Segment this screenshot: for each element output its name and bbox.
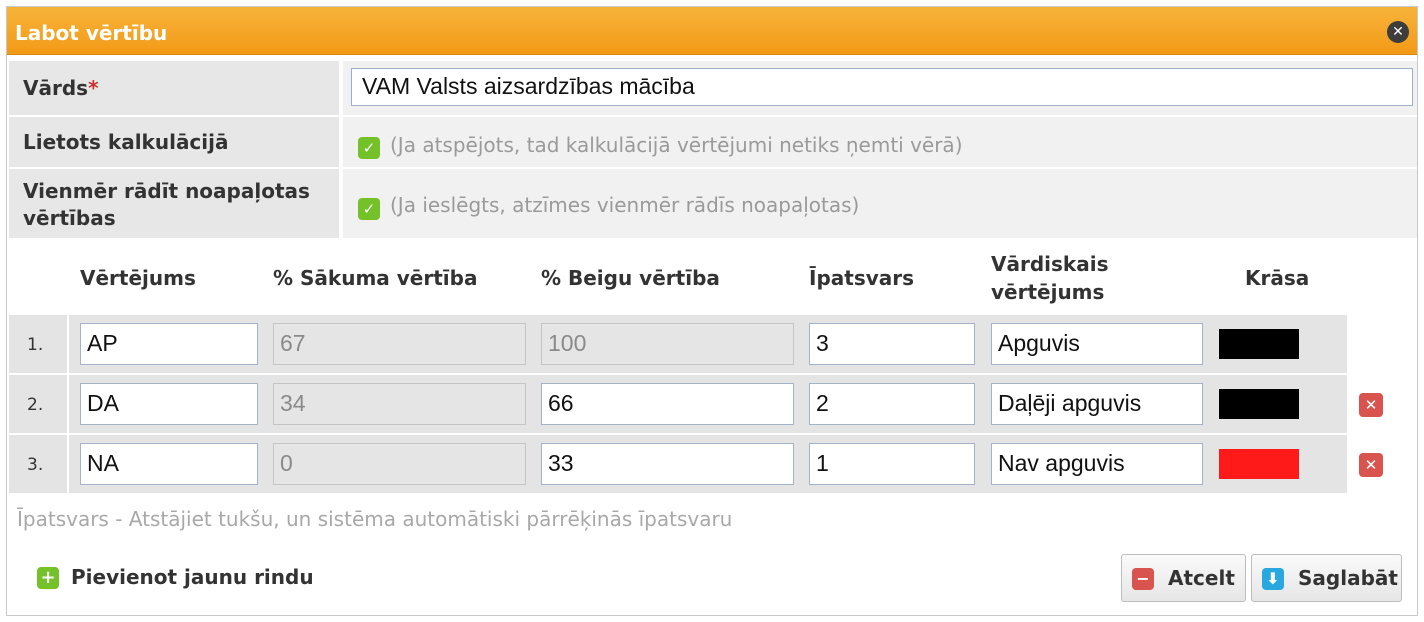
row-number: 3.	[27, 455, 44, 475]
cancel-label: Atcelt	[1168, 566, 1235, 590]
save-label: Saglabāt	[1298, 566, 1398, 590]
always-rounded-label-line1: Vienmēr rādīt noapaļotas	[23, 179, 310, 203]
start-value-input: 0	[273, 443, 526, 485]
color-swatch[interactable]	[1219, 449, 1299, 479]
delete-row-icon[interactable]: ✕	[1359, 393, 1383, 417]
download-icon: ⬇	[1262, 568, 1284, 590]
row-number: 1.	[27, 335, 44, 355]
color-swatch[interactable]	[1219, 389, 1299, 419]
header-verbal-grade: Vārdiskais vērtējums	[991, 250, 1108, 306]
table-row: 3. NA 0 33 1 Nav apguvis ✕	[9, 435, 1417, 493]
header-weight: Īpatsvars	[809, 266, 915, 290]
required-mark: *	[88, 76, 99, 100]
weight-input[interactable]: 3	[809, 323, 975, 365]
used-in-calc-checkbox[interactable]: ✓	[358, 137, 380, 159]
name-label-cell: Vārds*	[9, 61, 339, 115]
verbal-grade-input[interactable]: Apguvis	[991, 323, 1203, 365]
row-number: 2.	[27, 395, 44, 415]
always-rounded-label-line2: vērtības	[23, 206, 116, 230]
always-rounded-label-cell: Vienmēr rādīt noapaļotas vērtības	[9, 169, 339, 238]
grade-input[interactable]: DA	[80, 383, 258, 425]
close-icon[interactable]: ✕	[1387, 21, 1409, 43]
header-color: Krāsa	[1245, 266, 1310, 290]
save-button[interactable]: ⬇ Saglabāt	[1251, 554, 1402, 602]
grade-input[interactable]: AP	[80, 323, 258, 365]
delete-row-icon[interactable]: ✕	[1359, 453, 1383, 477]
table-row: 2. DA 34 66 2 Daļēji apguvis ✕	[9, 375, 1417, 433]
color-swatch[interactable]	[1219, 329, 1299, 359]
name-label: Vārds	[23, 76, 89, 100]
table-row: 1. AP 67 100 3 Apguvis	[9, 315, 1417, 373]
always-rounded-hint: (Ja ieslēgts, atzīmes vienmēr rādīs noap…	[390, 193, 860, 217]
verbal-grade-input[interactable]: Nav apguvis	[991, 443, 1203, 485]
used-in-calc-hint: (Ja atspējots, tad kalkulācijā vērtējumi…	[390, 133, 963, 157]
dialog-title: Labot vērtību	[15, 21, 168, 45]
start-value-input: 34	[273, 383, 526, 425]
weight-footnote: Īpatsvars - Atstājiet tukšu, un sistēma …	[17, 507, 733, 531]
cancel-button[interactable]: − Atcelt	[1121, 554, 1246, 602]
edit-value-dialog: Labot vērtību ✕ Vārds* VAM Valsts aizsar…	[6, 6, 1418, 616]
add-row-label: Pievienot jaunu rindu	[71, 565, 314, 589]
used-in-calc-label-cell: Lietots kalkulācijā	[9, 117, 339, 167]
header-grade: Vērtējums	[80, 266, 196, 290]
header-verbal-line2: vērtējums	[991, 280, 1105, 304]
name-input[interactable]: VAM Valsts aizsardzības mācība	[351, 68, 1413, 106]
dialog-titlebar: Labot vērtību ✕	[7, 7, 1417, 55]
grades-table-header: Vērtējums % Sākuma vērtība % Beigu vērtī…	[9, 238, 1417, 312]
end-value-input: 100	[541, 323, 794, 365]
grade-input[interactable]: NA	[80, 443, 258, 485]
header-verbal-line1: Vārdiskais	[991, 252, 1109, 276]
plus-icon: +	[37, 567, 59, 589]
weight-input[interactable]: 2	[809, 383, 975, 425]
verbal-grade-input[interactable]: Daļēji apguvis	[991, 383, 1203, 425]
end-value-input[interactable]: 33	[541, 443, 794, 485]
used-in-calc-label: Lietots kalkulācijā	[23, 130, 229, 154]
end-value-input[interactable]: 66	[541, 383, 794, 425]
header-start-value: % Sākuma vērtība	[273, 266, 478, 290]
start-value-input: 67	[273, 323, 526, 365]
header-end-value: % Beigu vērtība	[541, 266, 720, 290]
weight-input[interactable]: 1	[809, 443, 975, 485]
minus-icon: −	[1132, 568, 1154, 590]
always-rounded-checkbox[interactable]: ✓	[358, 198, 380, 220]
